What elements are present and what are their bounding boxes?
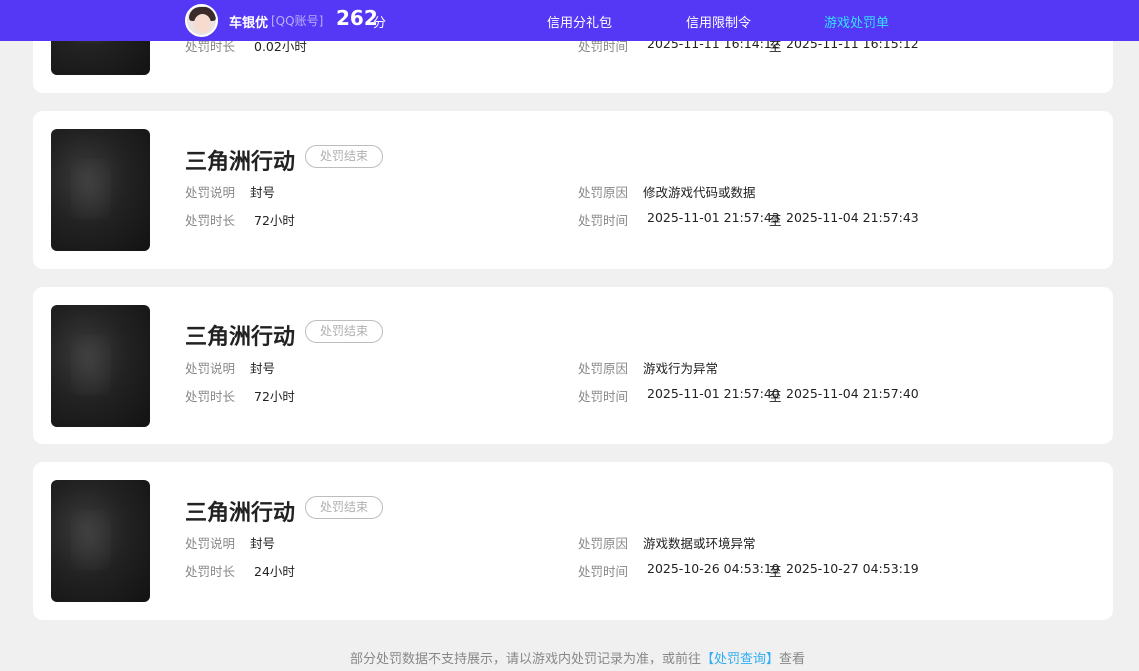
penalty-time-end: 2025-11-04 21:57:40: [786, 386, 919, 401]
penalty-desc-label: 处罚说明: [185, 361, 236, 376]
footer-note-prefix: 部分处罚数据不支持展示，请以游戏内处罚记录为准，或前往: [350, 652, 702, 667]
status-badge: 处罚结束: [305, 145, 383, 168]
penalty-time-label: 处罚时间: [578, 389, 629, 404]
top-nav-bar: 车银优 [QQ账号] 262 分 信用分礼包 信用限制令 游戏处罚单: [0, 0, 1139, 41]
penalty-desc-value: 封号: [250, 536, 276, 551]
penalty-time-start: 2025-11-01 21:57:40: [647, 386, 780, 401]
footer-note-suffix: 查看: [779, 652, 806, 667]
game-title: 三角洲行动: [185, 150, 296, 175]
penalty-card: 三角洲行动 处罚结束 处罚说明 封号 处罚原因 修改游戏代码或数据 处罚时长 7…: [33, 111, 1113, 269]
avatar[interactable]: [185, 4, 218, 37]
penalty-reason-value: 游戏行为异常: [643, 361, 719, 376]
user-name: 车银优: [229, 16, 269, 31]
status-badge: 处罚结束: [305, 320, 383, 343]
game-thumbnail: [51, 305, 150, 427]
status-badge: 处罚结束: [305, 496, 383, 519]
penalty-desc-value: 封号: [250, 185, 276, 200]
penalty-query-link[interactable]: 【处罚查询】: [701, 652, 779, 667]
game-title: 三角洲行动: [185, 501, 296, 526]
penalty-desc-label: 处罚说明: [185, 536, 236, 551]
penalty-duration-value: 72小时: [254, 213, 295, 228]
penalty-time-separator: 至: [769, 564, 782, 579]
penalty-time-end: 2025-10-27 04:53:19: [786, 561, 919, 576]
penalty-reason-label: 处罚原因: [578, 536, 629, 551]
penalty-duration-value: 72小时: [254, 389, 295, 404]
penalty-time-label: 处罚时间: [578, 564, 629, 579]
game-thumbnail: [51, 129, 150, 251]
tab-credit-restriction[interactable]: 信用限制令: [686, 12, 751, 31]
penalty-duration-value: 24小时: [254, 564, 295, 579]
penalty-duration-label: 处罚时长: [185, 564, 236, 579]
tab-game-penalty[interactable]: 游戏处罚单: [824, 12, 889, 31]
credit-score: 262: [336, 6, 378, 30]
penalty-time-separator: 至: [769, 389, 782, 404]
tab-credit-gift[interactable]: 信用分礼包: [547, 12, 612, 31]
penalty-card: 三角洲行动 处罚结束 处罚说明 封号 处罚原因 游戏数据或环境异常 处罚时长 2…: [33, 462, 1113, 620]
penalty-duration-label: 处罚时长: [185, 389, 236, 404]
game-thumbnail: [51, 480, 150, 602]
penalty-time-label: 处罚时间: [578, 213, 629, 228]
penalty-desc-label: 处罚说明: [185, 185, 236, 200]
penalty-time-start: 2025-11-01 21:57:43: [647, 210, 780, 225]
penalty-reason-label: 处罚原因: [578, 185, 629, 200]
penalty-desc-value: 封号: [250, 361, 276, 376]
account-type: [QQ账号]: [271, 14, 324, 28]
penalty-duration-label: 处罚时长: [185, 213, 236, 228]
credit-score-unit: 分: [373, 16, 387, 31]
penalty-card: 三角洲行动 处罚结束 处罚说明 封号 处罚原因 游戏行为异常 处罚时长 72小时…: [33, 287, 1113, 444]
penalty-time-separator: 至: [769, 213, 782, 228]
penalty-time-start: 2025-10-26 04:53:19: [647, 561, 780, 576]
penalty-reason-value: 游戏数据或环境异常: [643, 536, 756, 551]
penalty-reason-label: 处罚原因: [578, 361, 629, 376]
game-title: 三角洲行动: [185, 325, 296, 350]
penalty-time-end: 2025-11-04 21:57:43: [786, 210, 919, 225]
penalty-reason-value: 修改游戏代码或数据: [643, 185, 756, 200]
footer-note: 部分处罚数据不支持展示，请以游戏内处罚记录为准，或前往【处罚查询】查看: [350, 648, 805, 667]
